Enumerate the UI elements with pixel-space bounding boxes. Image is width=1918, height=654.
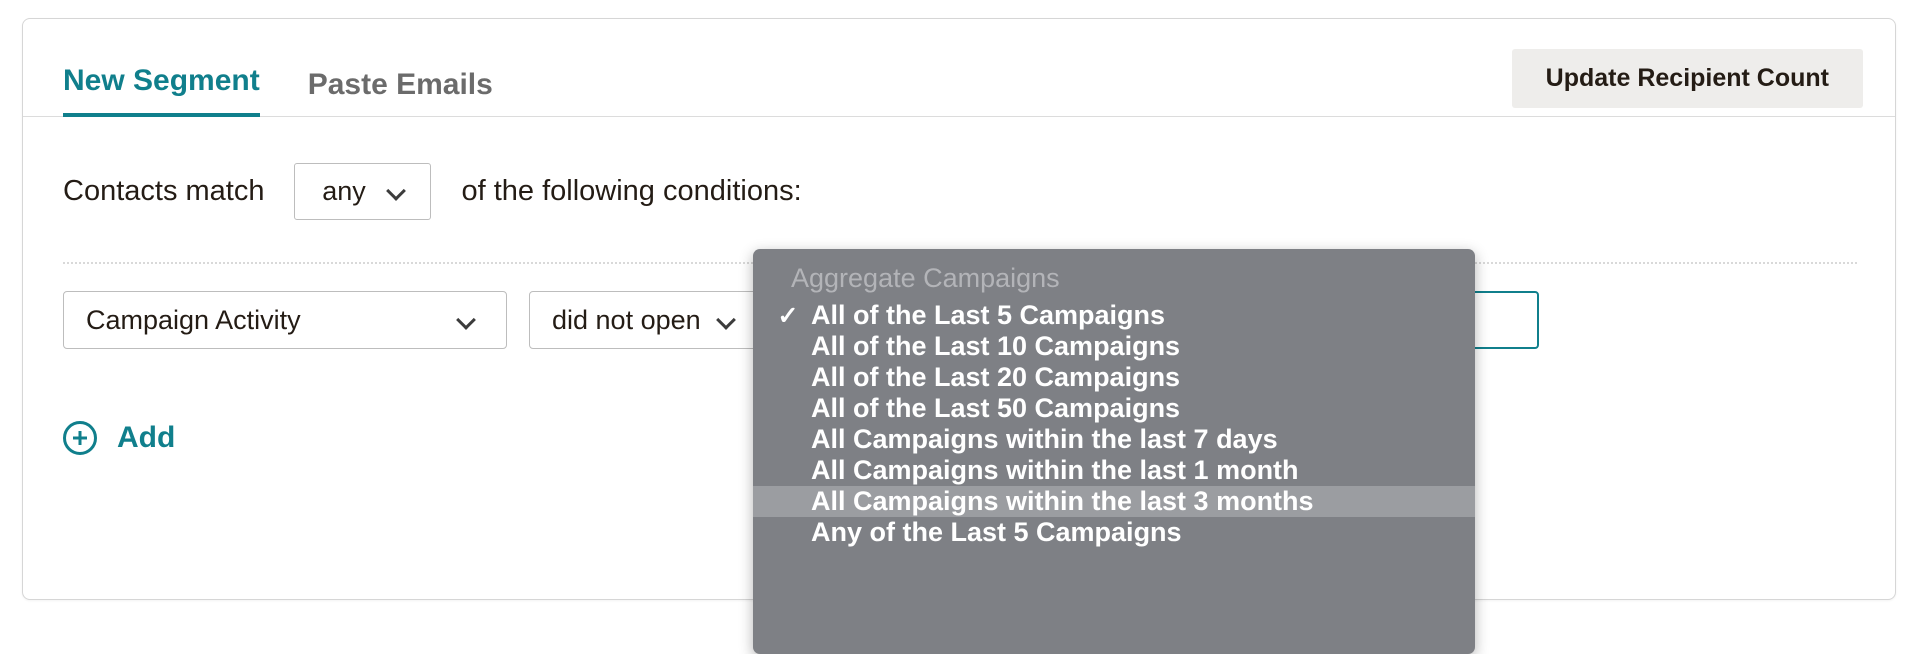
dropdown-option[interactable]: All Campaigns within the last 3 months	[753, 486, 1475, 517]
checkmark-icon: ✓	[777, 301, 799, 330]
chevron-down-icon	[388, 183, 404, 199]
dropdown-option[interactable]: All of the Last 20 Campaigns	[753, 362, 1475, 393]
campaign-options-dropdown[interactable]: Aggregate Campaigns ✓ All of the Last 5 C…	[753, 249, 1475, 654]
dropdown-option-label: All Campaigns within the last 3 months	[811, 486, 1314, 516]
condition-field-value: Campaign Activity	[86, 304, 301, 335]
dropdown-option-label: All of the Last 20 Campaigns	[811, 362, 1181, 392]
contacts-match-prefix-label: Contacts match	[63, 174, 265, 207]
dropdown-option[interactable]: All Campaigns within the last 7 days	[753, 424, 1475, 455]
match-operator-value: any	[322, 175, 366, 206]
dropdown-option-label: All of the Last 50 Campaigns	[811, 393, 1181, 423]
dropdown-option-label: All Campaigns within the last 1 month	[811, 455, 1299, 485]
tab-paste-emails[interactable]: Paste Emails	[308, 67, 493, 117]
tab-new-segment-label: New Segment	[63, 64, 260, 97]
add-condition-button[interactable]: Add	[63, 421, 175, 455]
tab-paste-emails-label: Paste Emails	[307, 68, 493, 101]
dropdown-option[interactable]: ✓ All of the Last 5 Campaigns	[753, 300, 1475, 331]
chevron-down-icon	[718, 312, 744, 328]
plus-circle-icon	[63, 421, 97, 455]
condition-operator-value: did not open	[552, 304, 701, 335]
dropdown-option-label: All of the Last 10 Campaigns	[811, 331, 1181, 361]
dropdown-option[interactable]: Any of the Last 5 Campaigns	[753, 517, 1475, 548]
contacts-match-suffix-label: of the following conditions:	[461, 174, 802, 207]
condition-field-select[interactable]: Campaign Activity	[63, 291, 507, 349]
dropdown-option-list: ✓ All of the Last 5 Campaigns All of the L…	[753, 300, 1475, 548]
segment-builder-screen: New Segment Paste Emails Update Recipien…	[0, 0, 1918, 654]
dropdown-option-label: Any of the Last 5 Campaigns	[811, 517, 1182, 547]
tab-bar: New Segment Paste Emails Update Recipien…	[23, 19, 1895, 117]
dropdown-option[interactable]: All of the Last 50 Campaigns	[753, 393, 1475, 424]
tab-list: New Segment Paste Emails	[63, 63, 493, 117]
update-recipient-count-button[interactable]: Update Recipient Count	[1511, 49, 1863, 108]
dropdown-option-label: All Campaigns within the last 7 days	[811, 424, 1278, 454]
add-condition-label: Add	[117, 421, 176, 454]
dropdown-group-header: Aggregate Campaigns	[791, 263, 1060, 293]
chevron-down-icon	[458, 312, 484, 328]
dropdown-option-label: All of the Last 5 Campaigns	[811, 300, 1166, 330]
contacts-match-row: Contacts match any of the following cond…	[63, 149, 802, 233]
condition-operator-select[interactable]: did not open	[529, 291, 767, 349]
match-operator-select[interactable]: any	[294, 162, 432, 220]
dropdown-option[interactable]: All of the Last 10 Campaigns	[753, 331, 1475, 362]
tab-new-segment[interactable]: New Segment	[63, 63, 260, 117]
dropdown-option[interactable]: All Campaigns within the last 1 month	[753, 455, 1475, 486]
